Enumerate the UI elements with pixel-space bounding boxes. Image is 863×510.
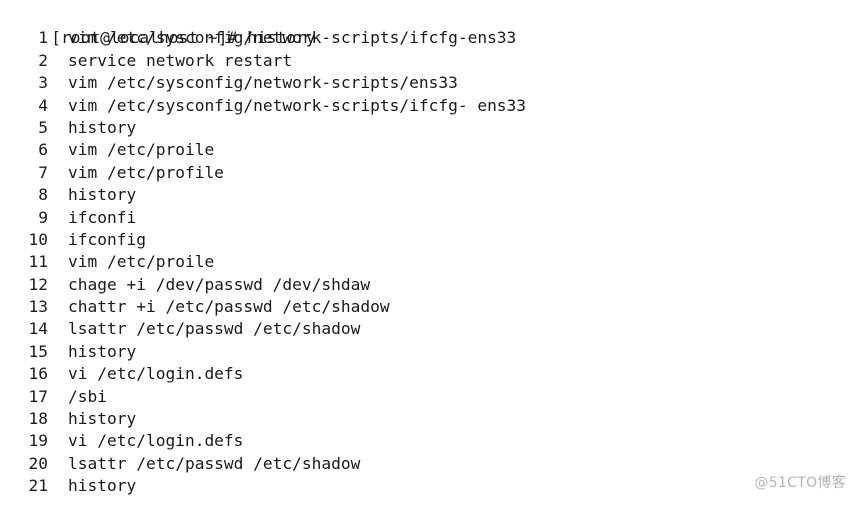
history-row: 6 vim /etc/proile	[0, 139, 863, 161]
history-row: 21 history	[0, 475, 863, 497]
history-row: 7 vim /etc/profile	[0, 162, 863, 184]
history-row: 13 chattr +i /etc/passwd /etc/shadow	[0, 296, 863, 318]
history-row: 2 service network restart	[0, 50, 863, 72]
history-row: 11 vim /etc/proile	[0, 251, 863, 273]
history-command-text: vim /etc/proile	[68, 140, 215, 160]
shell-prompt-line: [root@localhost ~]# history	[0, 5, 863, 47]
watermark-label: @51CTO博客	[754, 474, 846, 491]
history-line-number: 17	[28, 386, 49, 406]
history-line-number: 7	[38, 162, 48, 182]
terminal-screen[interactable]: [root@localhost ~]# history 1 vim /etc/sy…	[0, 0, 863, 510]
history-command-text: vim /etc/profile	[68, 162, 224, 182]
history-row: 14 lsattr /etc/passwd /etc/shadow	[0, 318, 863, 340]
history-line-number: 4	[38, 95, 48, 115]
history-line-number: 14	[28, 319, 49, 339]
history-line-number: 15	[28, 341, 49, 361]
history-command-text: history	[68, 117, 137, 137]
history-line-number: 5	[38, 117, 48, 137]
history-row: 20 lsattr /etc/passwd /etc/shadow	[0, 453, 863, 475]
history-row: 8 history	[0, 184, 863, 206]
history-command-text: history	[68, 185, 137, 205]
history-command-text: chage +i /dev/passwd /dev/shdaw	[68, 274, 371, 294]
history-command-text: vim /etc/sysconfig/network-scripts/ifcfg…	[68, 28, 517, 48]
history-row: 4 vim /etc/sysconfig/network-scripts/ifcf…	[0, 95, 863, 117]
history-command-text: history	[68, 476, 137, 496]
history-row: 9 ifconfi	[0, 207, 863, 229]
history-output-list: 1 vim /etc/sysconfig/network-scripts/ifcf…	[0, 27, 863, 497]
history-row: 17/sbi	[0, 386, 863, 408]
history-row: 1 vim /etc/sysconfig/network-scripts/ifcf…	[0, 27, 863, 49]
history-line-number: 6	[38, 140, 48, 160]
history-command-text: vim /etc/sysconfig/network-scripts/ifcfg…	[68, 95, 527, 115]
history-row: 19 vi /etc/login.defs	[0, 430, 863, 452]
history-command-text: chattr +i /etc/passwd /etc/shadow	[68, 297, 390, 317]
history-line-number: 16	[28, 364, 49, 384]
history-line-number: 3	[38, 73, 48, 93]
history-line-number: 18	[28, 409, 49, 429]
history-line-number: 11	[28, 252, 49, 272]
history-line-number: 10	[28, 229, 49, 249]
history-command-text: vim /etc/sysconfig/network-scripts/ens33	[68, 73, 458, 93]
history-row: 5 history	[0, 117, 863, 139]
history-row: 12 chage +i /dev/passwd /dev/shdaw	[0, 274, 863, 296]
history-command-text: lsattr /etc/passwd /etc/shadow	[68, 453, 361, 473]
history-line-number: 20	[28, 453, 49, 473]
history-command-text: vim /etc/proile	[68, 252, 215, 272]
history-row: 3 vim /etc/sysconfig/network-scripts/ens3…	[0, 72, 863, 94]
history-line-number: 1	[38, 28, 48, 48]
history-line-number: 9	[38, 207, 48, 227]
history-line-number: 21	[28, 476, 49, 496]
history-command-text: /sbi	[68, 386, 107, 406]
history-command-text: vi /etc/login.defs	[68, 431, 244, 451]
history-row: 15 history	[0, 341, 863, 363]
history-line-number: 19	[28, 431, 49, 451]
history-command-text: history	[68, 341, 137, 361]
history-row: 16 vi /etc/login.defs	[0, 363, 863, 385]
history-row: 10 ifconfig	[0, 229, 863, 251]
history-row: 18 history	[0, 408, 863, 430]
history-line-number: 12	[28, 274, 49, 294]
history-command-text: lsattr /etc/passwd /etc/shadow	[68, 319, 361, 339]
history-command-text: vi /etc/login.defs	[68, 364, 244, 384]
history-command-text: ifconfig	[68, 229, 146, 249]
history-command-text: history	[68, 409, 137, 429]
history-command-text: service network restart	[68, 50, 293, 70]
history-line-number: 13	[28, 297, 49, 317]
history-command-text: ifconfi	[68, 207, 137, 227]
history-line-number: 8	[38, 185, 48, 205]
history-line-number: 2	[38, 50, 48, 70]
